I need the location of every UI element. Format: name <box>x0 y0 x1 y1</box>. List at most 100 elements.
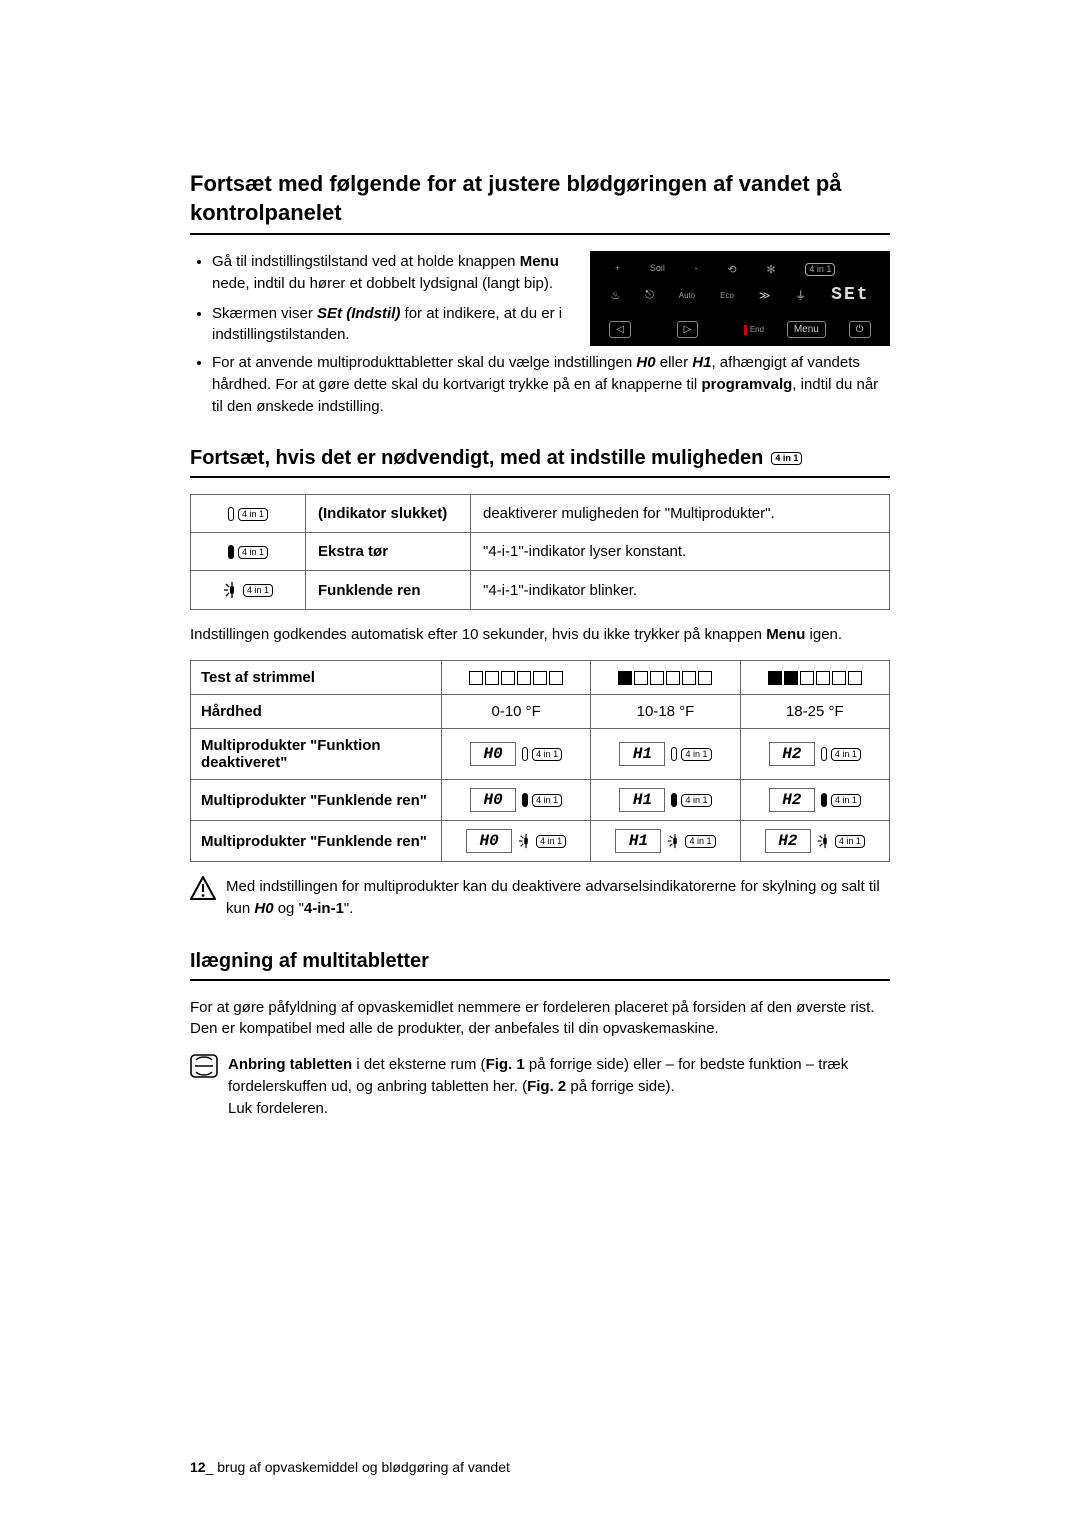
code: H0 <box>466 829 512 853</box>
panel-icon: ⏚ <box>795 287 806 303</box>
four-in-one-icon: 4 in 1 <box>243 584 273 597</box>
set-word: SEt (Indstil) <box>317 305 400 322</box>
panel-auto: Auto <box>679 291 695 300</box>
table-row: Test af strimmel <box>191 661 890 695</box>
text: på forrige side). <box>566 1078 674 1095</box>
table-row: Multiprodukter "Funklende ren" H04 in 1 … <box>191 780 890 821</box>
section-intro: Gå til indstillingstilstand ved at holde… <box>190 251 890 356</box>
code: H1 <box>619 742 665 766</box>
tips-note: Anbring tabletten i det eksterne rum (Fi… <box>190 1054 890 1119</box>
page: Fortsæt med følgende for at justere blød… <box>0 0 1080 1535</box>
warning-icon <box>190 876 216 920</box>
cell: H1 4 in 1 <box>591 729 740 780</box>
icon-cell: 4 in 1 <box>191 533 306 571</box>
icon-cell: 4 in 1 <box>191 495 306 533</box>
code: H2 <box>765 829 811 853</box>
row-label: Funklende ren <box>306 571 471 610</box>
code: H2 <box>769 788 815 812</box>
indicator-off-icon <box>522 747 528 761</box>
indicator-blink-icon <box>667 833 683 849</box>
four-in-one-icon: 4 in 1 <box>771 452 802 465</box>
cell: H2 4 in 1 <box>740 821 889 862</box>
panel-icon: ♨ <box>610 289 620 302</box>
row-desc: "4-i-1"-indikator lyser konstant. <box>471 533 890 571</box>
text: igen. <box>805 626 842 643</box>
row-label: Multiprodukter "Funktion deaktiveret" <box>191 729 442 780</box>
para-dispenser: For at gøre påfyldning af opvaskemidlet … <box>190 997 890 1041</box>
heading-text: Fortsæt, hvis det er nødvendigt, med at … <box>190 447 763 470</box>
code: H0 <box>470 788 516 812</box>
cell: H1 4 in 1 <box>591 780 740 821</box>
row-label: (Indikator slukket) <box>306 495 471 533</box>
menu-word: Menu <box>520 253 559 270</box>
indicator-blink-icon <box>817 833 833 849</box>
strip-cell <box>740 661 889 695</box>
panel-end-label: End <box>744 324 764 335</box>
indicator-on-icon <box>821 793 827 807</box>
para-autosave: Indstillingen godkendes automatisk efter… <box>190 624 890 646</box>
table-row: 4 in 1 Funklende ren "4-i-1"-indikator b… <box>191 571 890 610</box>
table-row: Multiprodukter "Funktion deaktiveret" H0… <box>191 729 890 780</box>
heading-multitablets: Ilægning af multitabletter <box>190 950 890 981</box>
four-in-one-icon: 4 in 1 <box>831 748 861 761</box>
four-in-one-icon: 4 in 1 <box>238 546 268 559</box>
h0: H0 <box>636 354 655 371</box>
hard-val: 0-10 °F <box>442 695 591 729</box>
text: Luk fordeleren. <box>228 1100 328 1117</box>
page-number: 12 <box>190 1459 206 1475</box>
hard-val: 10-18 °F <box>591 695 740 729</box>
intro-bullets: Gå til indstillingstilstand ved at holde… <box>190 251 570 346</box>
text: For at anvende multiprodukttabletter ska… <box>212 354 636 371</box>
cell: H0 4 in 1 <box>442 729 591 780</box>
icon-cell: 4 in 1 <box>191 571 306 610</box>
control-panel-image: + Soil - ⟲ ✻ 4 in 1 ♨ ⎋ Auto Eco ≫ ⏚ SEt <box>590 251 890 356</box>
sep: _ <box>206 1459 218 1475</box>
text: i det eksterne rum ( <box>352 1056 485 1073</box>
code: H0 <box>470 742 516 766</box>
heading-continue-4in1: Fortsæt, hvis det er nødvendigt, med at … <box>190 447 890 478</box>
text: Anbring tabletten <box>228 1056 352 1073</box>
four-in-one-icon: 4 in 1 <box>681 794 711 807</box>
table-row: 4 in 1 Ekstra tør "4-i-1"-indikator lyse… <box>191 533 890 571</box>
panel-4in1-icon: 4 in 1 <box>805 263 835 276</box>
text: og " <box>274 900 304 917</box>
code: H1 <box>619 788 665 812</box>
bullet-h0h1: For at anvende multiprodukttabletter ska… <box>212 352 890 417</box>
text: ". <box>344 900 354 917</box>
text: Skærmen viser <box>212 305 317 322</box>
text: Gå til indstillingstilstand ved at holde… <box>212 253 520 270</box>
panel-icon: ≫ <box>759 289 771 302</box>
h0: H0 <box>254 900 273 917</box>
table-indicator-states: 4 in 1 (Indikator slukket) deaktiverer m… <box>190 494 890 610</box>
indicator-off-icon <box>228 507 234 521</box>
four-in-one-icon: 4 in 1 <box>532 748 562 761</box>
heading-softening: Fortsæt med følgende for at justere blød… <box>190 170 890 235</box>
4in1-word: 4-in-1 <box>304 900 344 917</box>
program-select: programvalg <box>701 376 792 393</box>
four-in-one-icon: 4 in 1 <box>835 835 865 848</box>
four-in-one-icon: 4 in 1 <box>681 748 711 761</box>
panel-menu-key: Menu <box>787 321 826 338</box>
panel-left-key: ◁ <box>609 321 631 338</box>
section-title: brug af opvaskemiddel og blødgøring af v… <box>217 1459 510 1475</box>
four-in-one-icon: 4 in 1 <box>532 794 562 807</box>
panel-icon: ✻ <box>766 263 775 276</box>
bullet-multiproduct: For at anvende multiprodukttabletter ska… <box>190 352 890 417</box>
indicator-on-icon <box>522 793 528 807</box>
four-in-one-icon: 4 in 1 <box>238 508 268 521</box>
cell: H24 in 1 <box>740 729 889 780</box>
cell: H0 4 in 1 <box>442 780 591 821</box>
h1: H1 <box>692 354 711 371</box>
text: nede, indtil du hører et dobbelt lydsign… <box>212 275 553 292</box>
note-icon <box>190 1054 218 1119</box>
row-desc: deaktiverer muligheden for "Multiprodukt… <box>471 495 890 533</box>
control-panel-mock: + Soil - ⟲ ✻ 4 in 1 ♨ ⎋ Auto Eco ≫ ⏚ SEt <box>590 251 890 346</box>
code: H1 <box>615 829 661 853</box>
row-label: Multiprodukter "Funklende ren" <box>191 821 442 862</box>
four-in-one-icon: 4 in 1 <box>831 794 861 807</box>
cell: H2 4 in 1 <box>740 780 889 821</box>
tips-text: Anbring tabletten i det eksterne rum (Fi… <box>228 1054 890 1119</box>
indicator-on-icon <box>228 545 234 559</box>
panel-power-key: ⏻ <box>849 321 871 338</box>
hard-val: 18-25 °F <box>740 695 889 729</box>
